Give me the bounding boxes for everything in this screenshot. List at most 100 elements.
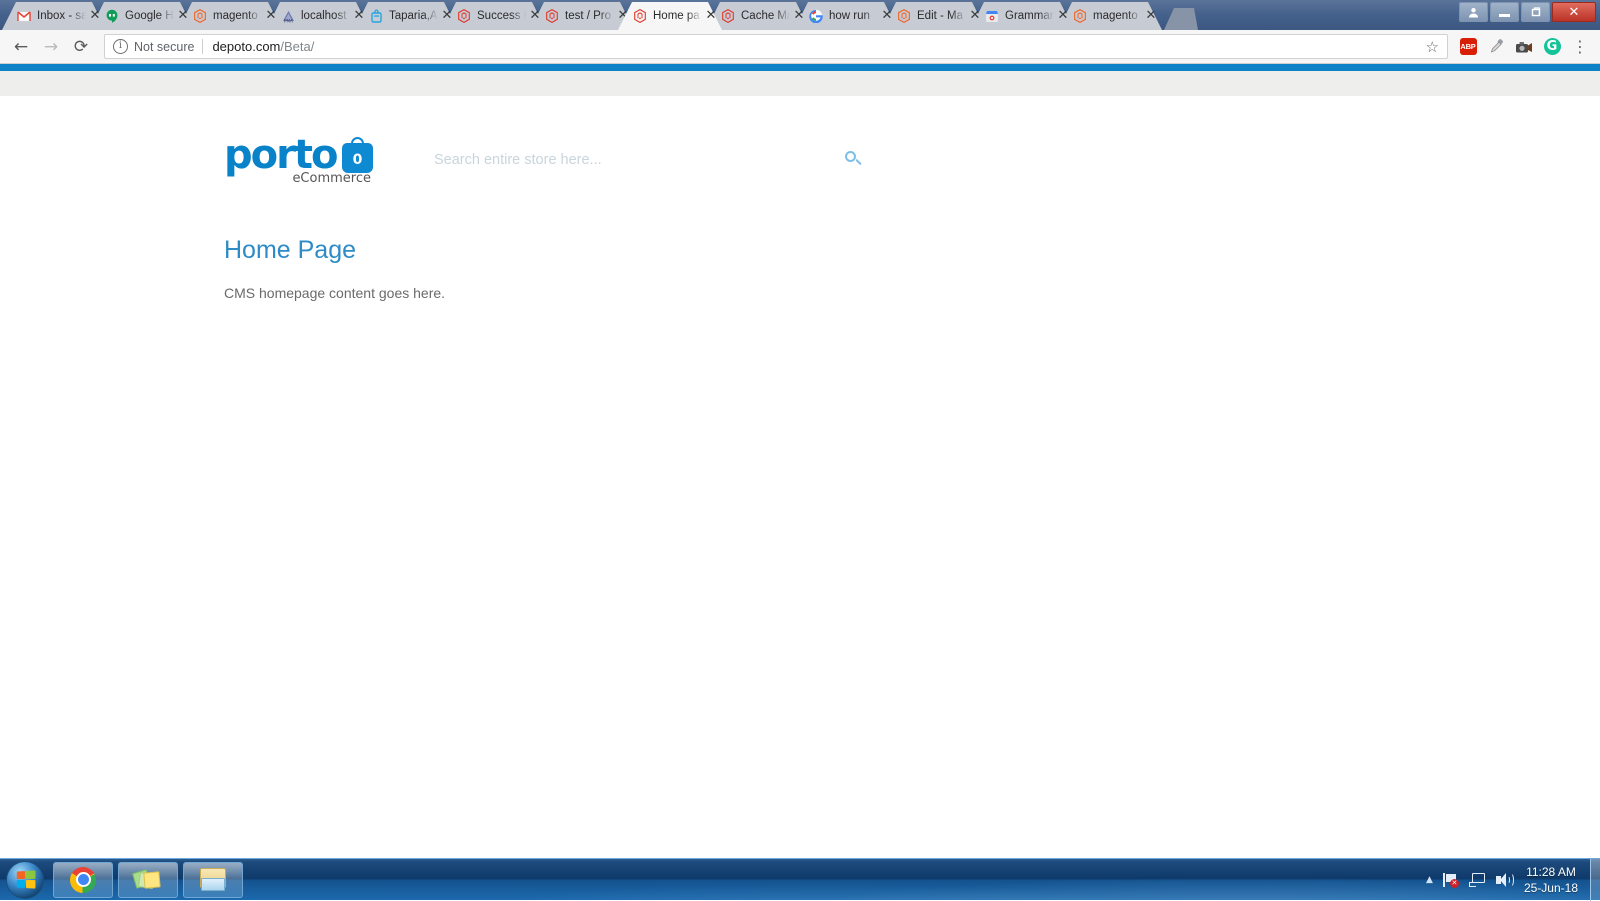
tab-close-icon[interactable]: ✕ [1144, 9, 1158, 23]
tab-title: magento [1093, 10, 1142, 22]
url-domain: depoto.com [212, 39, 280, 54]
tab-title: magento [213, 10, 262, 22]
page-body-text: CMS homepage content goes here. [224, 285, 1600, 301]
windows-logo-icon [16, 870, 35, 888]
magento-red-icon [544, 8, 560, 24]
minimize-button[interactable] [1490, 2, 1519, 22]
url-path: /Beta/ [280, 39, 314, 54]
page-load-bar [0, 64, 1600, 71]
tab-close-icon[interactable]: ✕ [264, 9, 278, 23]
restore-button[interactable] [1521, 2, 1550, 22]
chrome-store-icon [984, 8, 1000, 24]
tab-title: how run [829, 10, 878, 22]
network-icon[interactable] [1469, 873, 1485, 887]
cart-count-badge: 0 [342, 152, 373, 168]
browser-toolbar: ← → ⟳ i Not secure depoto.com/Beta/ ☆ AB… [0, 30, 1600, 64]
tab-strip: Inbox - sa✕Google H✕magento✕PMAlocalhost… [0, 0, 1600, 30]
cart-bag-icon[interactable]: 0 [342, 143, 373, 173]
new-tab-button[interactable] [1164, 8, 1198, 30]
magento-orange-icon [192, 8, 208, 24]
color-picker-icon[interactable] [1482, 33, 1510, 61]
tab-title: Cache Ma [741, 10, 790, 22]
phpmyadmin-icon: PMA [280, 8, 296, 24]
folder-icon [199, 868, 227, 891]
tab-title: Home pa [653, 10, 702, 22]
tab-close-icon[interactable]: ✕ [528, 9, 542, 23]
magento-orange-icon [896, 8, 912, 24]
sticky-notes-icon [134, 868, 162, 892]
magento-red-icon [456, 8, 472, 24]
grammarly-label: G [1544, 38, 1561, 55]
window-controls: ✕ [1459, 2, 1596, 22]
url-text: depoto.com/Beta/ [212, 39, 314, 54]
close-button[interactable]: ✕ [1552, 2, 1596, 22]
omnibox-divider [202, 39, 203, 54]
tab-close-icon[interactable]: ✕ [968, 9, 982, 23]
system-tray: ▲ ✕ 11:28 AM 25-Jun-18 [1426, 859, 1600, 900]
start-button[interactable] [2, 860, 48, 900]
chrome-menu-button[interactable]: ⋮ [1566, 33, 1594, 61]
back-button[interactable]: ← [6, 33, 36, 61]
search-form [434, 148, 864, 172]
tab-title: test / Pro [565, 10, 614, 22]
store-page: porto eCommerce 0 Home Page CMS homepage… [0, 96, 1600, 301]
tab-title: Google H [125, 10, 174, 22]
browser-window: Inbox - sa✕Google H✕magento✕PMAlocalhost… [0, 0, 1600, 868]
page-title: Home Page [224, 236, 1600, 265]
show-desktop-button[interactable] [1590, 859, 1600, 901]
tray-overflow-icon[interactable]: ▲ [1426, 875, 1433, 885]
tab-close-icon[interactable]: ✕ [440, 9, 454, 23]
bookmark-star-icon[interactable]: ☆ [1426, 38, 1439, 56]
search-input[interactable] [434, 148, 842, 172]
screenshot-tool-icon[interactable] [1510, 33, 1538, 61]
user-profile-button[interactable] [1459, 2, 1488, 22]
browser-tab[interactable]: Home pa✕ [618, 2, 722, 30]
page-top-band [0, 71, 1600, 96]
page-viewport: porto eCommerce 0 Home Page CMS homepage… [0, 64, 1600, 867]
tab-close-icon[interactable]: ✕ [704, 9, 718, 23]
gmail-icon [16, 8, 32, 24]
grammarly-icon[interactable]: G [1538, 33, 1566, 61]
security-info-icon[interactable]: i [113, 39, 128, 54]
taskbar-item-sticky-notes[interactable] [118, 862, 178, 898]
tab-close-icon[interactable]: ✕ [88, 9, 102, 23]
taskbar-item-chrome[interactable] [53, 862, 113, 898]
tab-close-icon[interactable]: ✕ [352, 9, 366, 23]
hangouts-icon [104, 8, 120, 24]
magento-red-icon [720, 8, 736, 24]
security-status-text: Not secure [134, 40, 194, 54]
cart-handle [351, 137, 364, 148]
store-header: porto eCommerce 0 [224, 124, 1600, 196]
tab-title: Edit - Ma [917, 10, 966, 22]
porto-logo[interactable]: porto eCommerce 0 [224, 135, 374, 186]
taparia-icon [368, 8, 384, 24]
tab-title: Taparia,A [389, 10, 438, 22]
tab-close-icon[interactable]: ✕ [792, 9, 806, 23]
browser-tab[interactable]: magento✕ [1058, 2, 1162, 30]
forward-button[interactable]: → [36, 33, 66, 61]
tab-title: Success P [477, 10, 526, 22]
tab-close-icon[interactable]: ✕ [1056, 9, 1070, 23]
windows-taskbar: ▲ ✕ 11:28 AM 25-Jun-18 [0, 858, 1600, 900]
google-icon [808, 8, 824, 24]
adblock-plus-icon[interactable]: ABP [1454, 33, 1482, 61]
address-bar[interactable]: i Not secure depoto.com/Beta/ ☆ [104, 34, 1448, 59]
clock-date: 25-Jun-18 [1524, 880, 1578, 896]
chrome-icon [70, 867, 96, 893]
tab-title: Grammar [1005, 10, 1054, 22]
magento-orange-icon [1072, 8, 1088, 24]
magento-red-icon [632, 8, 648, 24]
reload-button[interactable]: ⟳ [66, 33, 96, 61]
action-center-flag-icon[interactable]: ✕ [1443, 873, 1458, 887]
tab-close-icon[interactable]: ✕ [176, 9, 190, 23]
tab-close-icon[interactable]: ✕ [880, 9, 894, 23]
volume-icon[interactable] [1496, 873, 1513, 887]
tab-title: Inbox - sa [37, 10, 86, 22]
svg-text:PMA: PMA [283, 18, 292, 22]
adblock-plus-label: ABP [1460, 38, 1477, 55]
tab-title: localhost [301, 10, 350, 22]
clock-time: 11:28 AM [1524, 864, 1578, 880]
clock[interactable]: 11:28 AM 25-Jun-18 [1524, 864, 1578, 896]
taskbar-item-explorer[interactable] [183, 862, 243, 898]
search-icon[interactable] [842, 149, 864, 171]
